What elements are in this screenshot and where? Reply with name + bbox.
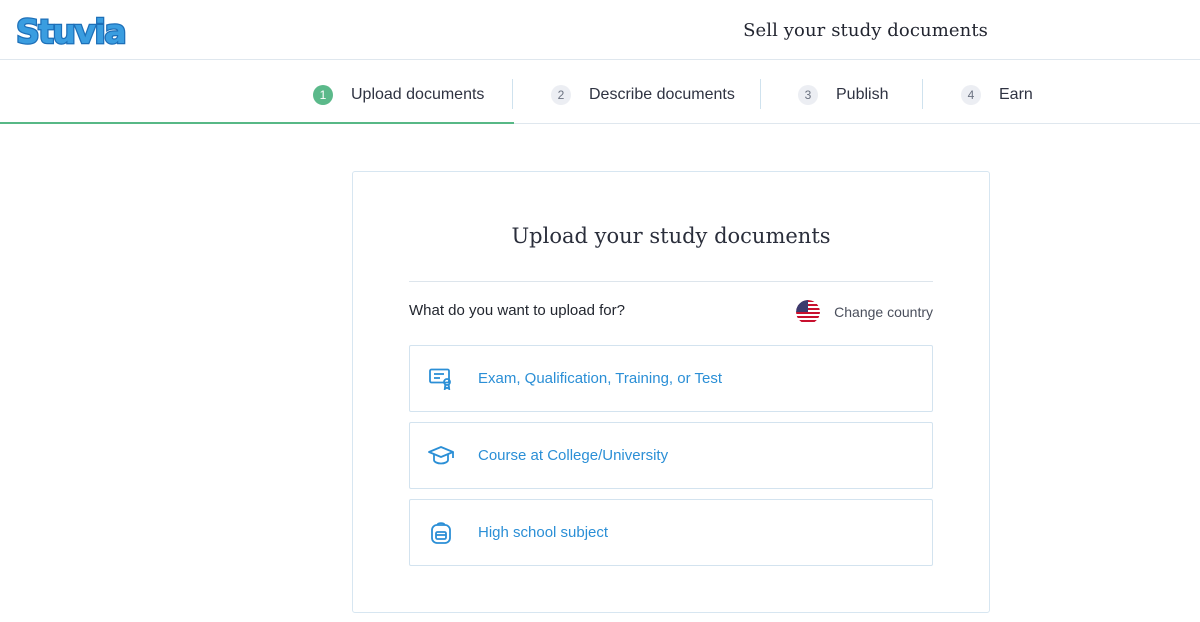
step-label: Publish [836, 86, 889, 103]
step-number: 2 [551, 85, 571, 105]
backpack-icon [428, 520, 454, 546]
change-country-link[interactable]: Change country [796, 300, 933, 324]
step-divider [760, 79, 761, 109]
progress-steps: 1 Upload documents 2 Describe documents … [0, 61, 1200, 124]
step-label: Describe documents [589, 86, 735, 103]
upload-question: What do you want to upload for? [409, 302, 625, 319]
option-college-course[interactable]: Course at College/University [409, 422, 933, 489]
certificate-icon [428, 366, 454, 392]
change-country-label: Change country [834, 304, 933, 320]
step-divider [922, 79, 923, 109]
step-number: 1 [313, 85, 333, 105]
step-number: 3 [798, 85, 818, 105]
option-label: Exam, Qualification, Training, or Test [478, 370, 722, 387]
page-heading: Sell your study documents [743, 20, 988, 41]
step-number: 4 [961, 85, 981, 105]
option-exam-qualification[interactable]: Exam, Qualification, Training, or Test [409, 345, 933, 412]
step-label: Earn [999, 86, 1033, 103]
card-title: Upload your study documents [511, 224, 831, 248]
step-publish[interactable]: 3 Publish [798, 85, 888, 105]
option-label: High school subject [478, 524, 609, 541]
stuvia-logo[interactable]: Stuvia [14, 10, 138, 52]
upload-card: Upload your study documents What do you … [352, 171, 990, 613]
option-label: Course at College/University [478, 447, 669, 464]
us-flag-icon [796, 300, 821, 324]
step-earn[interactable]: 4 Earn [961, 85, 1033, 105]
divider [409, 281, 933, 282]
step-upload-documents[interactable]: 1 Upload documents [313, 85, 484, 105]
step-divider [512, 79, 513, 109]
step-label: Upload documents [351, 86, 485, 103]
step-describe-documents[interactable]: 2 Describe documents [551, 85, 735, 105]
top-header: Stuvia Sell your study documents [0, 0, 1200, 60]
graduation-cap-icon [428, 443, 454, 469]
progress-indicator [0, 122, 514, 124]
svg-text:Stuvia: Stuvia [16, 12, 125, 51]
option-high-school[interactable]: High school subject [409, 499, 933, 566]
